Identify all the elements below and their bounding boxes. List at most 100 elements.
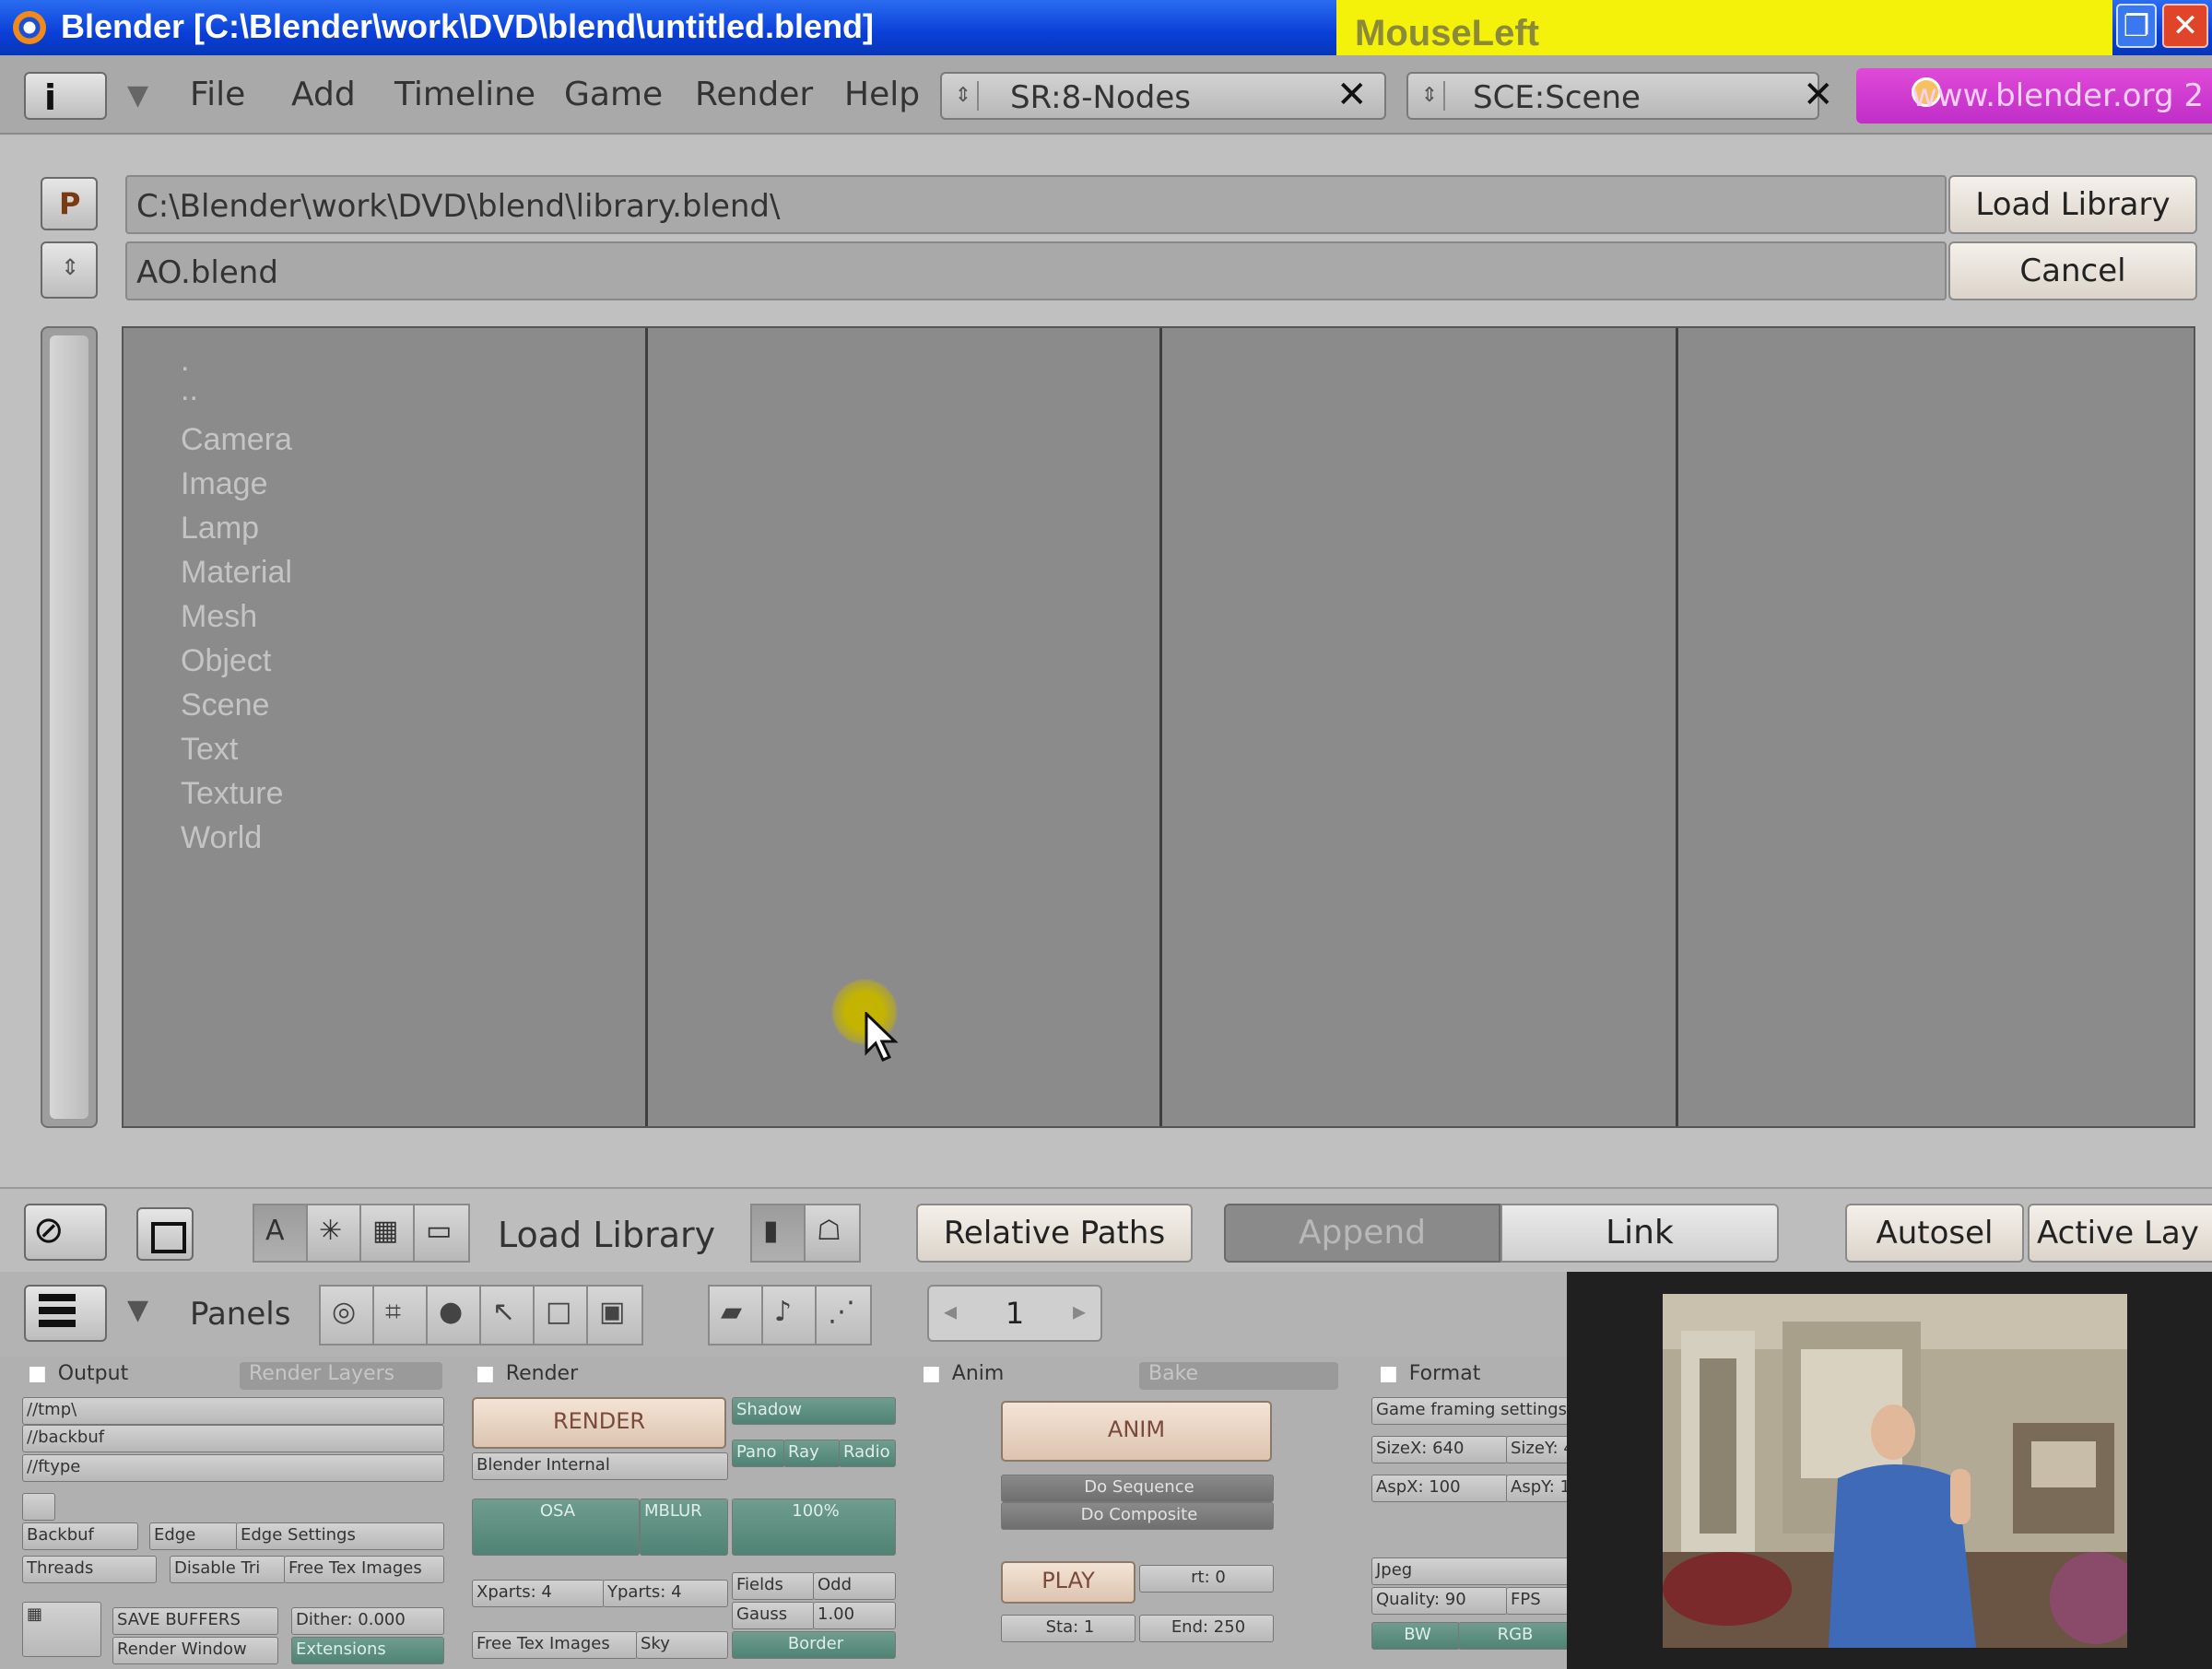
radio-toggle[interactable]: Radio	[839, 1440, 896, 1467]
resolution-percent[interactable]: 100%	[732, 1499, 896, 1556]
sizey-field[interactable]: SizeY: 480	[1506, 1436, 1569, 1463]
output-path-field[interactable]: //tmp\	[22, 1397, 444, 1425]
menu-help[interactable]: Help	[844, 76, 920, 113]
backbuf-path-field[interactable]: //backbuf	[22, 1425, 444, 1452]
hide-dot-files-button[interactable]: ▮	[750, 1204, 807, 1263]
rgb-toggle[interactable]: RGB	[1458, 1622, 1569, 1650]
render-engine-selector[interactable]: Blender Internal	[472, 1452, 728, 1480]
free-tex-images-toggle[interactable]: Free Tex Images	[284, 1556, 444, 1583]
frame-increment-icon[interactable]: ▸	[1073, 1296, 1086, 1326]
file-item-world[interactable]: World	[181, 820, 262, 856]
thumbnails-button[interactable]: ☖	[804, 1204, 861, 1263]
fields-toggle[interactable]: Fields	[732, 1572, 815, 1600]
object-context-button[interactable]: ↖	[479, 1285, 536, 1346]
path-input[interactable]: C:\Blender\work\DVD\blend\library.blend\	[125, 175, 1947, 234]
scrollbar-thumb[interactable]	[50, 335, 88, 1119]
relative-paths-toggle[interactable]: Relative Paths	[916, 1204, 1193, 1263]
end-frame-field[interactable]: End: 250	[1139, 1615, 1274, 1642]
border-toggle[interactable]: Border	[732, 1631, 896, 1659]
filename-input[interactable]: AO.blend	[125, 241, 1947, 300]
do-composite-toggle[interactable]: Do Composite	[1001, 1502, 1274, 1530]
link-button[interactable]: Link	[1500, 1204, 1779, 1263]
menu-add[interactable]: Add	[291, 76, 356, 113]
backbuf-toggle[interactable]: Backbuf	[22, 1522, 138, 1550]
sort-size-button[interactable]: ▦	[359, 1204, 417, 1263]
sort-time-button[interactable]: ✳	[306, 1204, 363, 1263]
menu-timeline[interactable]: Timeline	[394, 76, 535, 113]
ftype-path-field[interactable]: //ftype	[22, 1454, 444, 1482]
screen-selector[interactable]: ⇕ SR:8-Nodes	[940, 72, 1386, 120]
info-window-selector[interactable]: i	[24, 72, 107, 120]
file-item-lamp[interactable]: Lamp	[181, 511, 259, 547]
mblur-toggle[interactable]: MBLUR	[640, 1499, 728, 1556]
threads-button[interactable]: Threads	[22, 1556, 157, 1583]
scene-selector[interactable]: ⇕ SCE:Scene	[1406, 72, 1819, 120]
aspx-field[interactable]: AspX: 100	[1371, 1475, 1508, 1502]
play-button[interactable]: PLAY	[1001, 1561, 1135, 1604]
file-item-camera[interactable]: Camera	[181, 422, 292, 458]
edge-toggle[interactable]: Edge	[149, 1522, 238, 1550]
bw-toggle[interactable]: BW	[1371, 1622, 1460, 1650]
menu-game[interactable]: Game	[564, 76, 663, 113]
panels-menu-arrow-icon[interactable]: ▼	[127, 1294, 148, 1326]
dither-field[interactable]: Dither: 0.000	[291, 1607, 444, 1635]
file-item-text[interactable]: Text	[181, 732, 238, 768]
sort-alpha-button[interactable]: A	[253, 1204, 310, 1263]
file-item-object[interactable]: Object	[181, 643, 271, 679]
fullwindow-button[interactable]	[136, 1207, 194, 1261]
file-list-scrollbar[interactable]	[41, 326, 98, 1128]
filter-size-field[interactable]: 1.00	[813, 1602, 896, 1629]
output-tab[interactable]: ■ Output	[28, 1362, 128, 1390]
render-tab[interactable]: ■ Render	[476, 1362, 578, 1390]
close-window-button[interactable]: ✕	[2162, 4, 2208, 48]
render-button[interactable]: RENDER	[472, 1397, 726, 1449]
file-item-texture[interactable]: Texture	[181, 776, 284, 812]
editor-type-selector[interactable]: ⊘	[24, 1204, 107, 1261]
disable-tri-toggle[interactable]: Disable Tri	[170, 1556, 286, 1583]
rt-field[interactable]: rt: 0	[1139, 1565, 1274, 1593]
sizex-field[interactable]: SizeX: 640	[1371, 1436, 1508, 1463]
format-tab[interactable]: ■ Format	[1379, 1362, 1480, 1390]
shading-context-button[interactable]: ●	[426, 1285, 483, 1346]
free-tex-images-toggle[interactable]: Free Tex Images	[472, 1631, 638, 1659]
start-frame-field[interactable]: Sta: 1	[1001, 1615, 1135, 1642]
anim-buttons-button[interactable]: ♪	[761, 1285, 818, 1346]
quality-field[interactable]: Quality: 90	[1371, 1587, 1508, 1615]
render-window-selector[interactable]: Render Window	[112, 1637, 278, 1664]
buttons-window-selector[interactable]	[24, 1285, 107, 1342]
file-item-scene[interactable]: Scene	[181, 688, 269, 723]
aspy-field[interactable]: AspY: 100	[1506, 1475, 1569, 1502]
frame-number-field[interactable]: ◂ 1 ▸	[927, 1285, 1102, 1342]
game-framing-button[interactable]: Game framing settings	[1371, 1397, 1569, 1425]
pano-toggle[interactable]: Pano	[732, 1440, 785, 1467]
parent-dir-button[interactable]: P	[41, 177, 98, 230]
maximize-button[interactable]: ❐	[2116, 4, 2157, 48]
sky-selector[interactable]: Sky	[636, 1631, 728, 1659]
autosel-toggle[interactable]: Autosel	[1845, 1204, 2024, 1263]
file-item-material[interactable]: Material	[181, 555, 292, 591]
menu-render[interactable]: Render	[695, 76, 813, 113]
ray-toggle[interactable]: Ray	[783, 1440, 841, 1467]
script-context-button[interactable]: ⌗	[372, 1285, 429, 1346]
anim-button[interactable]: ANIM	[1001, 1401, 1272, 1462]
delete-screen-button[interactable]: ✕	[1336, 74, 1368, 116]
active-layer-toggle[interactable]: Active Lay	[2028, 1204, 2212, 1263]
render-buttons-button[interactable]: ▰	[708, 1285, 765, 1346]
editing-context-button[interactable]: □	[533, 1285, 590, 1346]
bake-tab[interactable]: Bake	[1139, 1362, 1338, 1390]
anim-tab[interactable]: ■ Anim	[922, 1362, 1004, 1390]
xparts-field[interactable]: Xparts: 4	[472, 1580, 605, 1607]
scene-context-button[interactable]: ▣	[586, 1285, 643, 1346]
edge-settings-button[interactable]: Edge Settings	[236, 1522, 444, 1550]
file-format-selector[interactable]: Jpeg	[1371, 1557, 1569, 1585]
odd-toggle[interactable]: Odd	[813, 1572, 896, 1600]
delete-scene-button[interactable]: ✕	[1803, 74, 1834, 116]
osa-toggle[interactable]: OSA	[472, 1499, 640, 1556]
menu-file[interactable]: File	[190, 76, 245, 113]
append-button[interactable]: Append	[1224, 1204, 1500, 1263]
save-buffers-toggle[interactable]: SAVE BUFFERS	[112, 1607, 278, 1635]
output-toggle[interactable]	[22, 1493, 55, 1521]
do-sequence-toggle[interactable]: Do Sequence	[1001, 1475, 1274, 1502]
shadow-toggle[interactable]: Shadow	[732, 1397, 896, 1425]
load-library-button[interactable]: Load Library	[1948, 175, 2197, 234]
